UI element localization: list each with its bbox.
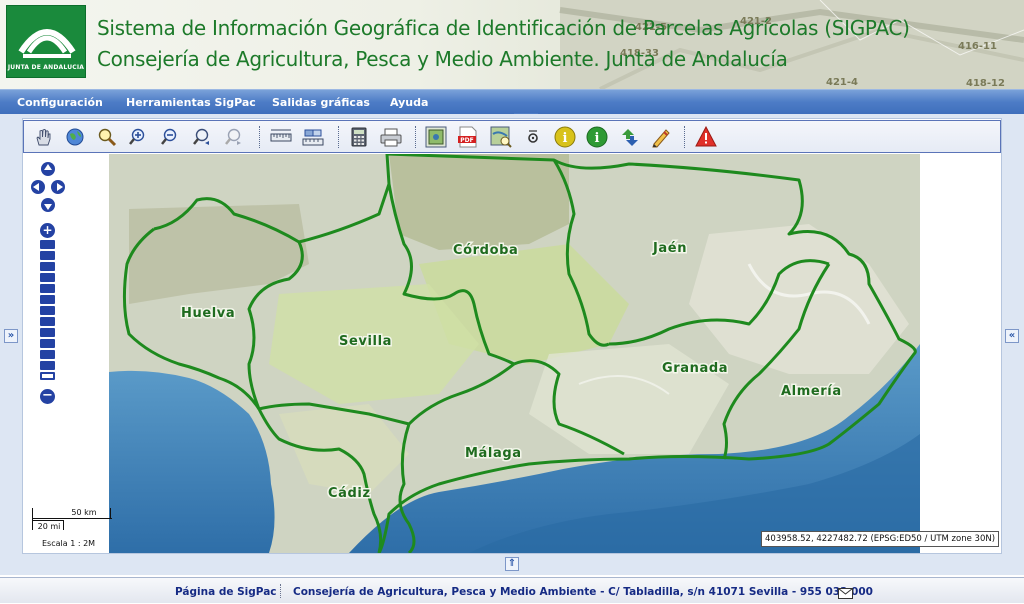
scale-line [32, 518, 112, 519]
measure-distance-icon[interactable] [270, 126, 292, 148]
province-label-sevilla: Sevilla [339, 334, 392, 349]
zoom-slider-handle[interactable] [40, 372, 55, 380]
scale-km-label: 50 km [71, 508, 97, 517]
zoom-out-button[interactable]: − [40, 389, 55, 404]
map-navigation: + − [28, 160, 68, 412]
menu-ayuda[interactable]: Ayuda [390, 96, 428, 109]
sync-arrows-icon[interactable] [618, 126, 640, 148]
parcel-label: 416-11 [958, 41, 997, 52]
scale-tick [32, 508, 33, 530]
pan-control [31, 162, 65, 212]
zoom-level[interactable] [40, 350, 55, 359]
scale-line [32, 520, 64, 521]
warning-icon[interactable] [695, 126, 717, 148]
app-header: 421-5 421-2 418-33 416-11 421-4 418-12 J… [0, 0, 1024, 89]
zoom-level[interactable] [40, 251, 55, 260]
toolbar-separator [338, 126, 339, 148]
zoom-level[interactable] [40, 273, 55, 282]
menu-salidas-graficas[interactable]: Salidas gráficas [272, 96, 370, 109]
svg-text:i: i [563, 131, 568, 146]
footer-consejeria-info[interactable]: Consejería de Agricultura, Pesca y Medio… [293, 586, 873, 598]
province-label-huelva: Huelva [181, 306, 235, 321]
map-toolbar: PDF i i [23, 120, 1001, 153]
province-label-cordoba: Córdoba [453, 243, 518, 258]
footer-sigpac-link[interactable]: Página de SigPac [175, 586, 277, 598]
zoom-level[interactable] [40, 306, 55, 315]
menu-configuracion[interactable]: Configuración [17, 96, 103, 109]
map-view[interactable]: Huelva Sevilla Córdoba Jaén Granada Alme… [109, 154, 920, 553]
pan-right-icon[interactable] [51, 180, 65, 194]
search-icon[interactable] [96, 126, 118, 148]
scale-bar: 50 km 20 mi Escala 1 : 2M [26, 500, 126, 552]
left-panel-toggle[interactable]: » [4, 329, 18, 343]
scale-tick [110, 508, 111, 519]
measure-area-icon[interactable] [302, 126, 324, 148]
info-green-icon[interactable]: i [586, 126, 608, 148]
pan-left-icon[interactable] [31, 180, 45, 194]
province-label-malaga: Málaga [465, 446, 522, 461]
parcel-label: 418-12 [966, 78, 1005, 89]
toolbar-separator [684, 126, 685, 148]
scale-ratio: Escala 1 : 2M [42, 539, 96, 548]
zoom-level[interactable] [40, 328, 55, 337]
map-image-icon[interactable] [425, 126, 447, 148]
junta-andalucia-logo: JUNTA DE ANDALUCIA [6, 5, 86, 78]
zoom-previous-icon[interactable] [192, 126, 214, 148]
province-label-almeria: Almería [781, 384, 842, 399]
zoom-next-icon[interactable] [224, 126, 246, 148]
menu-bar: Configuración Herramientas SigPac Salida… [0, 89, 1024, 114]
print-icon[interactable] [380, 126, 402, 148]
bottom-panel-toggle[interactable]: ⇑ [505, 557, 519, 571]
zoom-in-icon[interactable] [128, 126, 150, 148]
zoom-out-icon[interactable] [160, 126, 182, 148]
app-subtitle: Consejería de Agricultura, Pesca y Medio… [97, 47, 788, 71]
logo-arch-icon [18, 29, 76, 58]
pdf-icon[interactable]: PDF [457, 126, 479, 148]
zoom-level[interactable] [40, 262, 55, 271]
province-label-cadiz: Cádiz [328, 486, 371, 501]
zoom-level[interactable] [40, 317, 55, 326]
info-yellow-icon[interactable]: i [554, 126, 576, 148]
svg-text:PDF: PDF [460, 137, 473, 144]
identify-map-icon[interactable] [490, 126, 512, 148]
zoom-level[interactable] [40, 339, 55, 348]
zoom-level[interactable] [40, 295, 55, 304]
province-label-jaen: Jaén [652, 241, 687, 256]
parcel-label: 421-4 [826, 77, 858, 88]
footer-separator [280, 584, 281, 598]
pan-up-icon[interactable] [41, 162, 55, 176]
calculator-icon[interactable] [348, 126, 370, 148]
zoom-level[interactable] [40, 240, 55, 249]
toolbar-separator [415, 126, 416, 148]
andalucia-map[interactable]: Huelva Sevilla Córdoba Jaén Granada Alme… [109, 154, 920, 553]
globe-icon[interactable] [64, 126, 86, 148]
zoom-in-button[interactable]: + [40, 223, 55, 238]
zoom-level[interactable] [40, 284, 55, 293]
coordinates-readout: 403958.52, 4227482.72 (EPSG:ED50 / UTM z… [761, 531, 999, 547]
zoom-level[interactable] [40, 361, 55, 370]
pan-down-icon[interactable] [41, 198, 55, 212]
app-title: Sistema de Información Geográfica de Ide… [97, 16, 910, 40]
header-map-background: 421-5 421-2 418-33 416-11 421-4 418-12 [559, 0, 1024, 89]
toolbar-separator [259, 126, 260, 148]
pencil-icon[interactable] [650, 126, 672, 148]
province-label-granada: Granada [662, 361, 728, 376]
footer: Página de SigPac Consejería de Agricultu… [0, 577, 1024, 603]
right-panel-toggle[interactable]: « [1005, 329, 1019, 343]
mail-icon[interactable] [838, 585, 854, 604]
scale-mi-label: 20 mi [37, 522, 61, 531]
menu-herramientas-sigpac[interactable]: Herramientas SigPac [126, 96, 256, 109]
coordinates-icon[interactable] [522, 126, 544, 148]
hand-pan-icon[interactable] [32, 126, 54, 148]
svg-text:i: i [595, 131, 600, 146]
logo-text: JUNTA DE ANDALUCIA [7, 64, 85, 71]
